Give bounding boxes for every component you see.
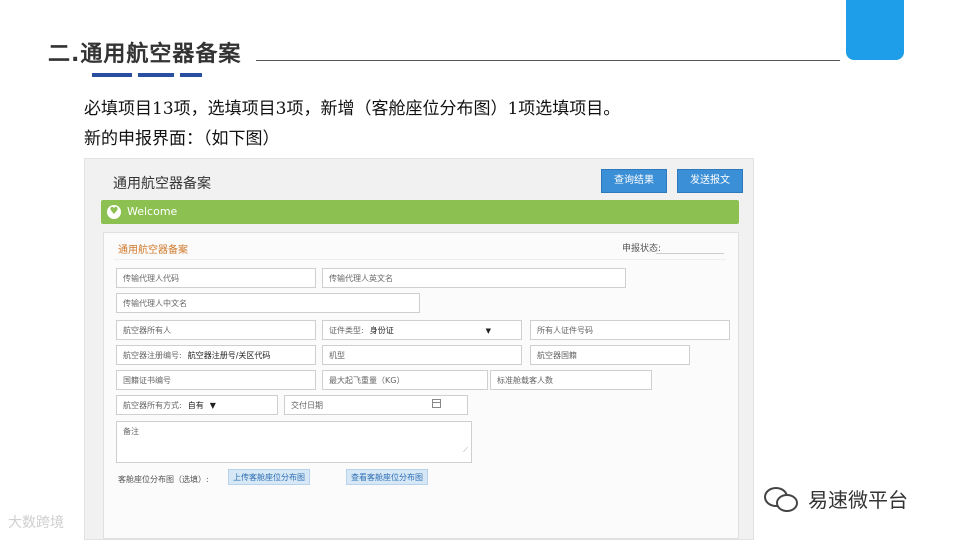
heart-icon: ♥ bbox=[107, 205, 121, 219]
app-title: 通用航空器备案 bbox=[113, 176, 211, 192]
send-message-button[interactable]: 发送报文 bbox=[677, 169, 743, 193]
form-title-divider bbox=[114, 259, 726, 260]
cert-type-value: 身份证 bbox=[369, 326, 394, 335]
query-results-button[interactable]: 查询结果 bbox=[601, 169, 667, 193]
form-title: 通用航空器备案 bbox=[118, 245, 188, 256]
registration-number-label: 航空器注册编号: bbox=[123, 351, 182, 360]
title-underline bbox=[92, 73, 202, 77]
ownership-method-select[interactable]: 航空器所有方式: 自有 ▼ bbox=[116, 395, 278, 415]
welcome-text: Welcome bbox=[127, 205, 178, 218]
dropdown-caret-icon: ▼ bbox=[209, 401, 216, 410]
standard-seats-placeholder: 标准舱载客人数 bbox=[497, 376, 553, 385]
agent-en-name-placeholder: 传输代理人英文名 bbox=[329, 274, 393, 283]
agent-code-field[interactable]: 传输代理人代码 bbox=[116, 268, 316, 288]
corner-tab-decoration bbox=[846, 0, 904, 60]
calendar-icon[interactable] bbox=[432, 399, 441, 408]
upload-seat-map-button[interactable]: 上传客舱座位分布图 bbox=[228, 469, 310, 485]
watermark-right-text: 易速微平台 bbox=[808, 488, 908, 512]
agent-code-placeholder: 传输代理人代码 bbox=[123, 274, 179, 283]
max-takeoff-weight-field[interactable]: 最大起飞重量（KG） bbox=[322, 370, 488, 390]
delivery-date-field[interactable]: 交付日期 bbox=[284, 395, 468, 415]
watermark-left: 大数跨境 bbox=[8, 512, 64, 532]
aircraft-model-placeholder: 机型 bbox=[329, 351, 345, 360]
registration-number-hint: 航空器注册号/关区代码 bbox=[187, 351, 271, 360]
resize-handle-icon[interactable]: ⟋ bbox=[463, 440, 468, 460]
nationality-cert-number-field[interactable]: 国籍证书编号 bbox=[116, 370, 316, 390]
wechat-icon bbox=[764, 486, 800, 512]
aircraft-nationality-field[interactable]: 航空器国籍 bbox=[530, 345, 690, 365]
welcome-bar: ♥ Welcome bbox=[101, 200, 739, 224]
slide-title: 二.通用航空器备案 bbox=[48, 42, 242, 67]
view-seat-map-button[interactable]: 查看客舱座位分布图 bbox=[346, 469, 428, 485]
max-takeoff-weight-placeholder: 最大起飞重量（KG） bbox=[329, 376, 405, 385]
aircraft-owner-placeholder: 航空器所有人 bbox=[123, 326, 171, 335]
agent-en-name-field[interactable]: 传输代理人英文名 bbox=[322, 268, 626, 288]
ownership-method-label: 航空器所有方式: bbox=[123, 401, 182, 410]
owner-cert-number-field[interactable]: 所有人证件号码 bbox=[530, 320, 730, 340]
aircraft-owner-field[interactable]: 航空器所有人 bbox=[116, 320, 316, 340]
watermark-left-text: 大数跨境 bbox=[8, 515, 64, 531]
registration-number-field[interactable]: 航空器注册编号: 航空器注册号/关区代码 bbox=[116, 345, 316, 365]
standard-seats-field[interactable]: 标准舱载客人数 bbox=[490, 370, 652, 390]
intro-line-2: 新的申报界面：（如下图） bbox=[84, 129, 280, 149]
owner-cert-number-placeholder: 所有人证件号码 bbox=[537, 326, 593, 335]
status-value-line bbox=[656, 253, 724, 254]
agent-cn-name-placeholder: 传输代理人中文名 bbox=[123, 299, 187, 308]
title-rule bbox=[256, 60, 840, 61]
intro-line-1: 必填项目13项，选填项目3项，新增（客舱座位分布图）1项选填项目。 bbox=[84, 99, 621, 119]
cabin-seat-map-label: 客舱座位分布图（选填）: bbox=[118, 475, 209, 484]
aircraft-model-field[interactable]: 机型 bbox=[322, 345, 522, 365]
cert-type-label: 证件类型: bbox=[329, 326, 364, 335]
remarks-placeholder: 备注 bbox=[123, 427, 139, 436]
remarks-textarea[interactable]: 备注 ⟋ bbox=[116, 421, 472, 463]
form-screenshot: 通用航空器备案 查询结果 发送报文 ♥ Welcome 通用航空器备案 申报状态… bbox=[84, 158, 754, 540]
form-panel: 通用航空器备案 申报状态: 传输代理人代码 传输代理人英文名 传输代理人中文名 … bbox=[103, 232, 739, 539]
cert-type-select[interactable]: 证件类型: 身份证 ▼ bbox=[322, 320, 522, 340]
nationality-cert-number-placeholder: 国籍证书编号 bbox=[123, 376, 171, 385]
aircraft-nationality-placeholder: 航空器国籍 bbox=[537, 351, 577, 360]
ownership-method-value: 自有 bbox=[187, 401, 204, 410]
watermark-right: 易速微平台 bbox=[764, 484, 908, 513]
agent-cn-name-field[interactable]: 传输代理人中文名 bbox=[116, 293, 420, 313]
dropdown-caret-icon: ▼ bbox=[485, 327, 491, 335]
delivery-date-placeholder: 交付日期 bbox=[291, 401, 323, 410]
